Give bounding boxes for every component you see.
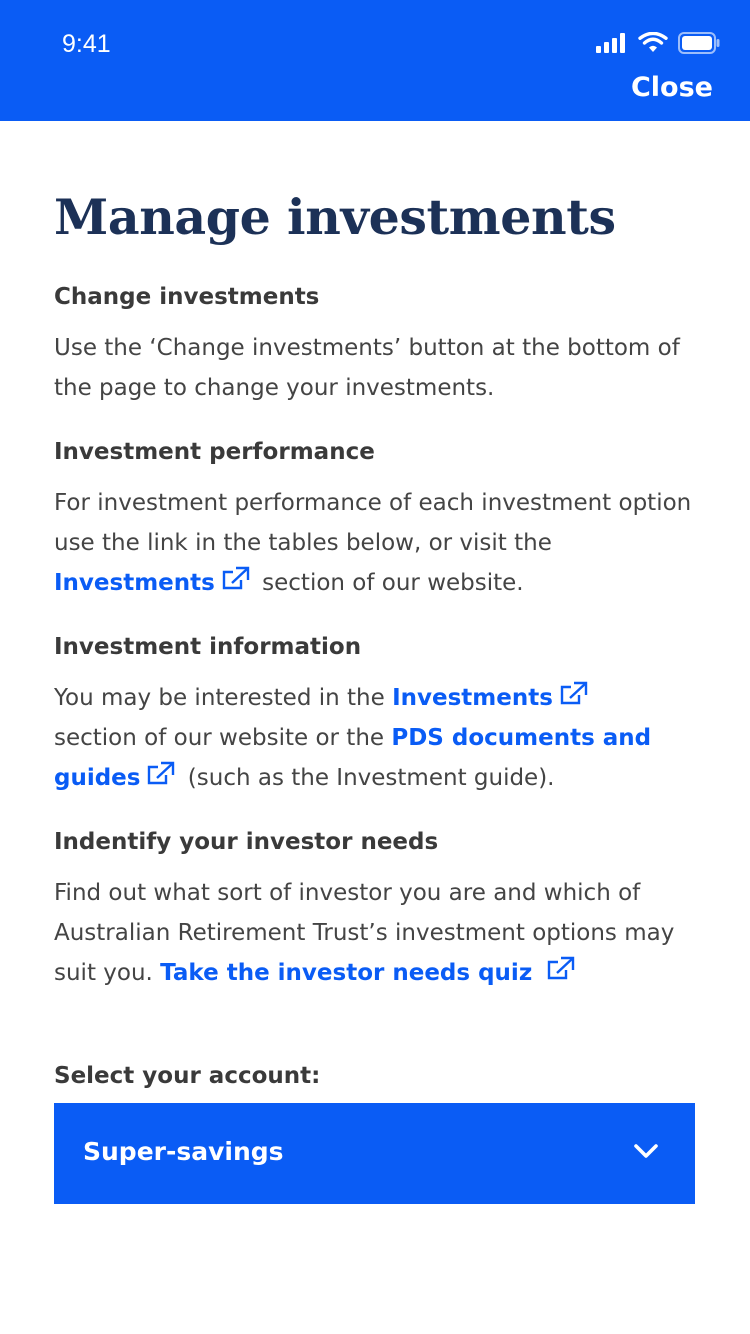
section-text-investor-needs: Find out what sort of investor you are a… [54,873,704,993]
investor-needs-quiz-link[interactable]: Take the investor needs quiz [160,956,580,986]
account-select[interactable]: Super-savings [54,1103,695,1204]
account-select-value: Super-savings [83,1137,284,1166]
performance-text-after: section of our website. [262,570,524,596]
select-account-label: Select your account: [54,1063,321,1089]
section-text-investment-performance: For investment performance of each inves… [54,483,704,603]
section-text-investment-information: You may be interested in the Investments… [54,678,704,798]
external-link-icon [560,681,588,705]
page-title: Manage investments [54,188,616,246]
section-heading-investment-information: Investment information [54,634,362,660]
information-text-middle: section of our website or the [54,725,385,751]
external-link-icon [148,761,175,785]
information-text-after: (such as the Investment guide). [187,765,555,791]
signal-icon [596,33,625,53]
section-heading-investment-performance: Investment performance [54,439,375,465]
investor-needs-quiz-link-label: Take the investor needs quiz [160,960,533,986]
top-bar: 9:41 Close [0,0,750,121]
external-link-icon [548,956,575,980]
investments-link-label: Investments [54,570,215,596]
external-link-icon [222,566,250,590]
section-heading-investor-needs: Indentify your investor needs [54,829,439,855]
investments-section-link-label: Investments [392,685,553,711]
status-icons [596,30,720,56]
investments-link[interactable]: Investments [54,566,255,596]
status-time: 9:41 [62,30,111,58]
investments-section-link[interactable]: Investments [392,681,593,711]
main-content: Manage investments Change investments Us… [54,188,704,1204]
wifi-icon [638,32,668,52]
performance-text-before: For investment performance of each inves… [54,490,692,556]
section-text-change-investments: Use the ‘Change investments’ button at t… [54,335,680,401]
chevron-down-icon [634,1144,658,1158]
section-heading-change-investments: Change investments [54,284,320,310]
battery-icon [678,32,720,54]
information-text-before: You may be interested in the [54,685,385,711]
close-button[interactable]: Close [631,72,713,103]
